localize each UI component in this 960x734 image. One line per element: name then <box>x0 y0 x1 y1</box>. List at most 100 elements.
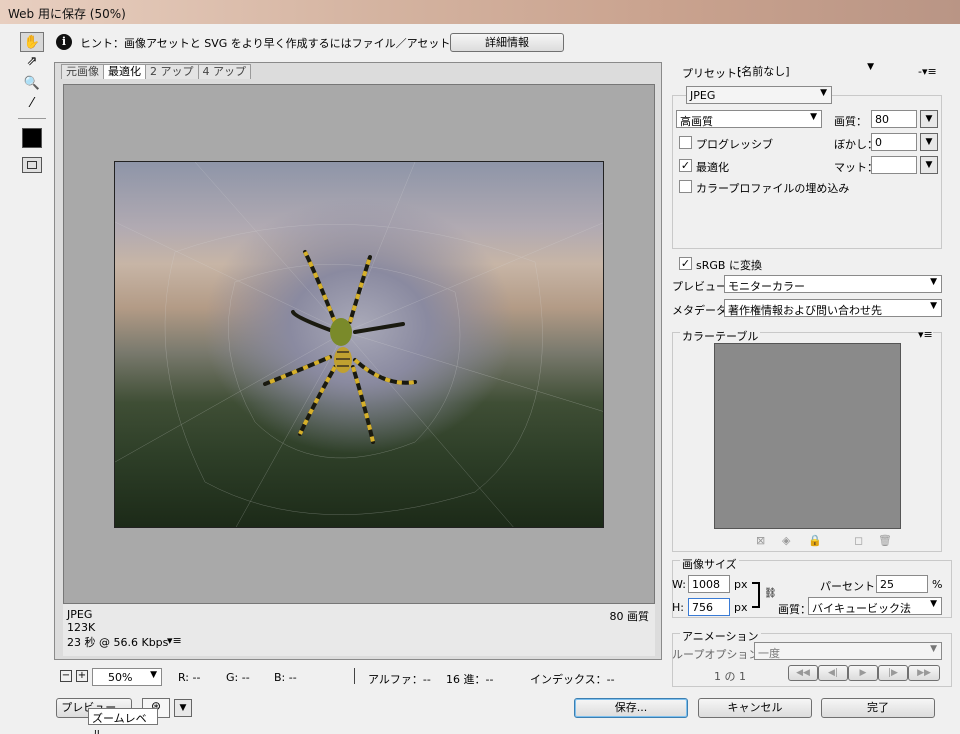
browser-dropdown-button[interactable]: ▼ <box>174 699 192 717</box>
width-unit: px <box>734 578 748 591</box>
info-size: 123K <box>67 621 96 634</box>
green-readout: G: -- <box>226 671 250 684</box>
hex-readout: 16 進：-- <box>446 673 494 686</box>
toggle-slices-icon[interactable] <box>22 157 42 173</box>
lock-icon[interactable]: 🔒 <box>808 534 822 547</box>
preview-pane: 元画像 最適化 2 アップ 4 アップ JPEG 123K 23 秒 @ 56.… <box>54 62 662 660</box>
info-quality: 80 画質 <box>609 610 650 623</box>
new-color-icon[interactable]: ◻ <box>854 534 863 547</box>
trash-icon[interactable]: 🗑 <box>878 534 892 547</box>
tab-2-up[interactable]: 2 アップ <box>145 64 199 79</box>
preset-dropdown[interactable]: [名前なし] ▼ <box>734 61 878 79</box>
matte-color-box[interactable] <box>871 156 917 174</box>
done-button[interactable]: 完了 <box>821 698 935 718</box>
format-dropdown[interactable]: JPEG ▼ <box>686 86 832 104</box>
chevron-down-icon: ▼ <box>930 301 937 311</box>
hint-bar: i ヒント：画像アセットと SVG をより早く作成するにはファイル／アセットを抽… <box>50 31 950 53</box>
chevron-down-icon: ▼ <box>930 599 937 609</box>
blur-input[interactable]: 0 <box>871 133 917 151</box>
preview-mode-dropdown[interactable]: モニターカラー ▼ <box>724 275 942 293</box>
first-frame-button[interactable]: ◀◀ <box>788 665 818 681</box>
preview-info-area: JPEG 123K 23 秒 @ 56.6 Kbps ▾≡ 80 画質 <box>63 604 655 656</box>
matte-dropdown-button[interactable]: ▼ <box>920 156 938 174</box>
preview-mode-value: モニターカラー <box>728 280 805 293</box>
window-title: Web 用に保存 (50%) <box>8 7 126 21</box>
tab-4-up[interactable]: 4 アップ <box>197 64 251 79</box>
quality-level-dropdown[interactable]: 高画質 ▼ <box>676 110 822 128</box>
info-format: JPEG <box>67 608 93 621</box>
spider-photo <box>114 161 604 528</box>
zoom-level-tooltip: ズームレベル <box>88 708 158 734</box>
next-frame-button[interactable]: |▶ <box>878 665 908 681</box>
animation-title: アニメーション <box>680 628 761 644</box>
loop-options-value: 一度 <box>758 647 780 660</box>
metadata-dropdown[interactable]: 著作権情報および問い合わせ先 ▼ <box>724 299 942 317</box>
chevron-down-icon: ▼ <box>150 670 157 680</box>
link-icon[interactable]: ⛓ <box>764 588 777 599</box>
save-button[interactable]: 保存... <box>574 698 688 718</box>
width-label: W: <box>672 578 686 591</box>
preset-menu-icon[interactable]: -▾≡ <box>918 65 937 78</box>
chevron-down-icon: ▼ <box>930 277 937 287</box>
quality-level-value: 高画質 <box>680 115 713 128</box>
zoom-in-button[interactable]: + <box>76 670 88 682</box>
percent-unit: % <box>932 578 943 591</box>
image-size-title: 画像サイズ <box>680 556 739 572</box>
chevron-down-icon: ▼ <box>867 62 874 72</box>
loop-options-dropdown[interactable]: 一度 ▼ <box>754 642 942 660</box>
status-divider <box>354 668 355 684</box>
metadata-value: 著作権情報および問い合わせ先 <box>728 304 882 317</box>
quality-label: 画質： <box>834 115 867 128</box>
eyedropper-color-swatch[interactable] <box>22 128 42 148</box>
eyedropper-tool-icon[interactable]: ⁄ <box>20 94 44 114</box>
constrain-bracket <box>752 582 760 608</box>
percent-input[interactable]: 25 <box>876 575 928 593</box>
alpha-readout: アルファ：-- <box>368 673 431 686</box>
prev-frame-button[interactable]: ◀| <box>818 665 848 681</box>
chevron-down-icon: ▼ <box>820 88 827 98</box>
color-table-menu-icon[interactable]: ▾≡ <box>918 328 933 341</box>
optimize-label: 最適化 <box>696 161 729 174</box>
zoom-level-dropdown[interactable]: 50% ▼ <box>92 668 162 686</box>
zoom-out-button[interactable]: − <box>60 670 72 682</box>
last-frame-button[interactable]: ▶▶ <box>908 665 940 681</box>
view-tabs: 元画像 最適化 2 アップ 4 アップ <box>61 64 251 79</box>
hand-tool-icon[interactable]: ✋ <box>20 32 44 52</box>
srgb-checkbox[interactable]: ✓ <box>679 257 692 270</box>
blur-slider-button[interactable]: ▼ <box>920 133 938 151</box>
info-icon: i <box>56 34 72 50</box>
progressive-checkbox[interactable] <box>679 136 692 149</box>
web-shift-icon[interactable]: ◈ <box>782 534 790 547</box>
height-input[interactable]: 756 <box>688 598 730 616</box>
embed-profile-label: カラープロファイルの埋め込み <box>696 182 850 195</box>
slice-select-tool-icon[interactable]: ⇗ <box>20 52 44 72</box>
frame-counter: 1 の 1 <box>714 670 746 683</box>
play-button[interactable]: ▶ <box>848 665 878 681</box>
chevron-down-icon: ▼ <box>810 112 817 122</box>
tab-optimized[interactable]: 最適化 <box>103 64 146 79</box>
red-readout: R: -- <box>178 671 201 684</box>
height-unit: px <box>734 601 748 614</box>
cancel-button[interactable]: キャンセル <box>698 698 812 718</box>
map-transparent-icon[interactable]: ⊠ <box>756 534 765 547</box>
preview-canvas[interactable] <box>63 84 655 604</box>
height-label: H: <box>672 601 684 614</box>
info-menu-icon[interactable]: ▾≡ <box>167 634 182 647</box>
details-button[interactable]: 詳細情報 <box>450 33 564 52</box>
status-bar: − + 50% ▼ R: -- G: -- B: -- アルファ：-- 16 進：… <box>54 666 662 688</box>
progressive-label: プログレッシブ <box>696 138 773 151</box>
embed-profile-checkbox[interactable] <box>679 180 692 193</box>
color-table-swatches <box>714 343 901 529</box>
spider-illustration <box>115 162 603 527</box>
tab-original[interactable]: 元画像 <box>61 64 104 79</box>
index-readout: インデックス：-- <box>530 673 615 686</box>
zoom-tool-icon[interactable]: 🔍 <box>20 74 44 94</box>
optimize-checkbox[interactable]: ✓ <box>679 159 692 172</box>
color-table-title: カラーテーブル <box>680 328 761 344</box>
width-input[interactable]: 1008 <box>688 575 730 593</box>
quality-slider-button[interactable]: ▼ <box>920 110 938 128</box>
format-value: JPEG <box>690 89 716 102</box>
save-for-web-dialog: Web 用に保存 (50%) ✋ ⇗ 🔍 ⁄ i ヒント：画像アセットと SVG… <box>0 0 960 734</box>
quality-input[interactable]: 80 <box>871 110 917 128</box>
resample-dropdown[interactable]: バイキュービック法 ▼ <box>808 597 942 615</box>
